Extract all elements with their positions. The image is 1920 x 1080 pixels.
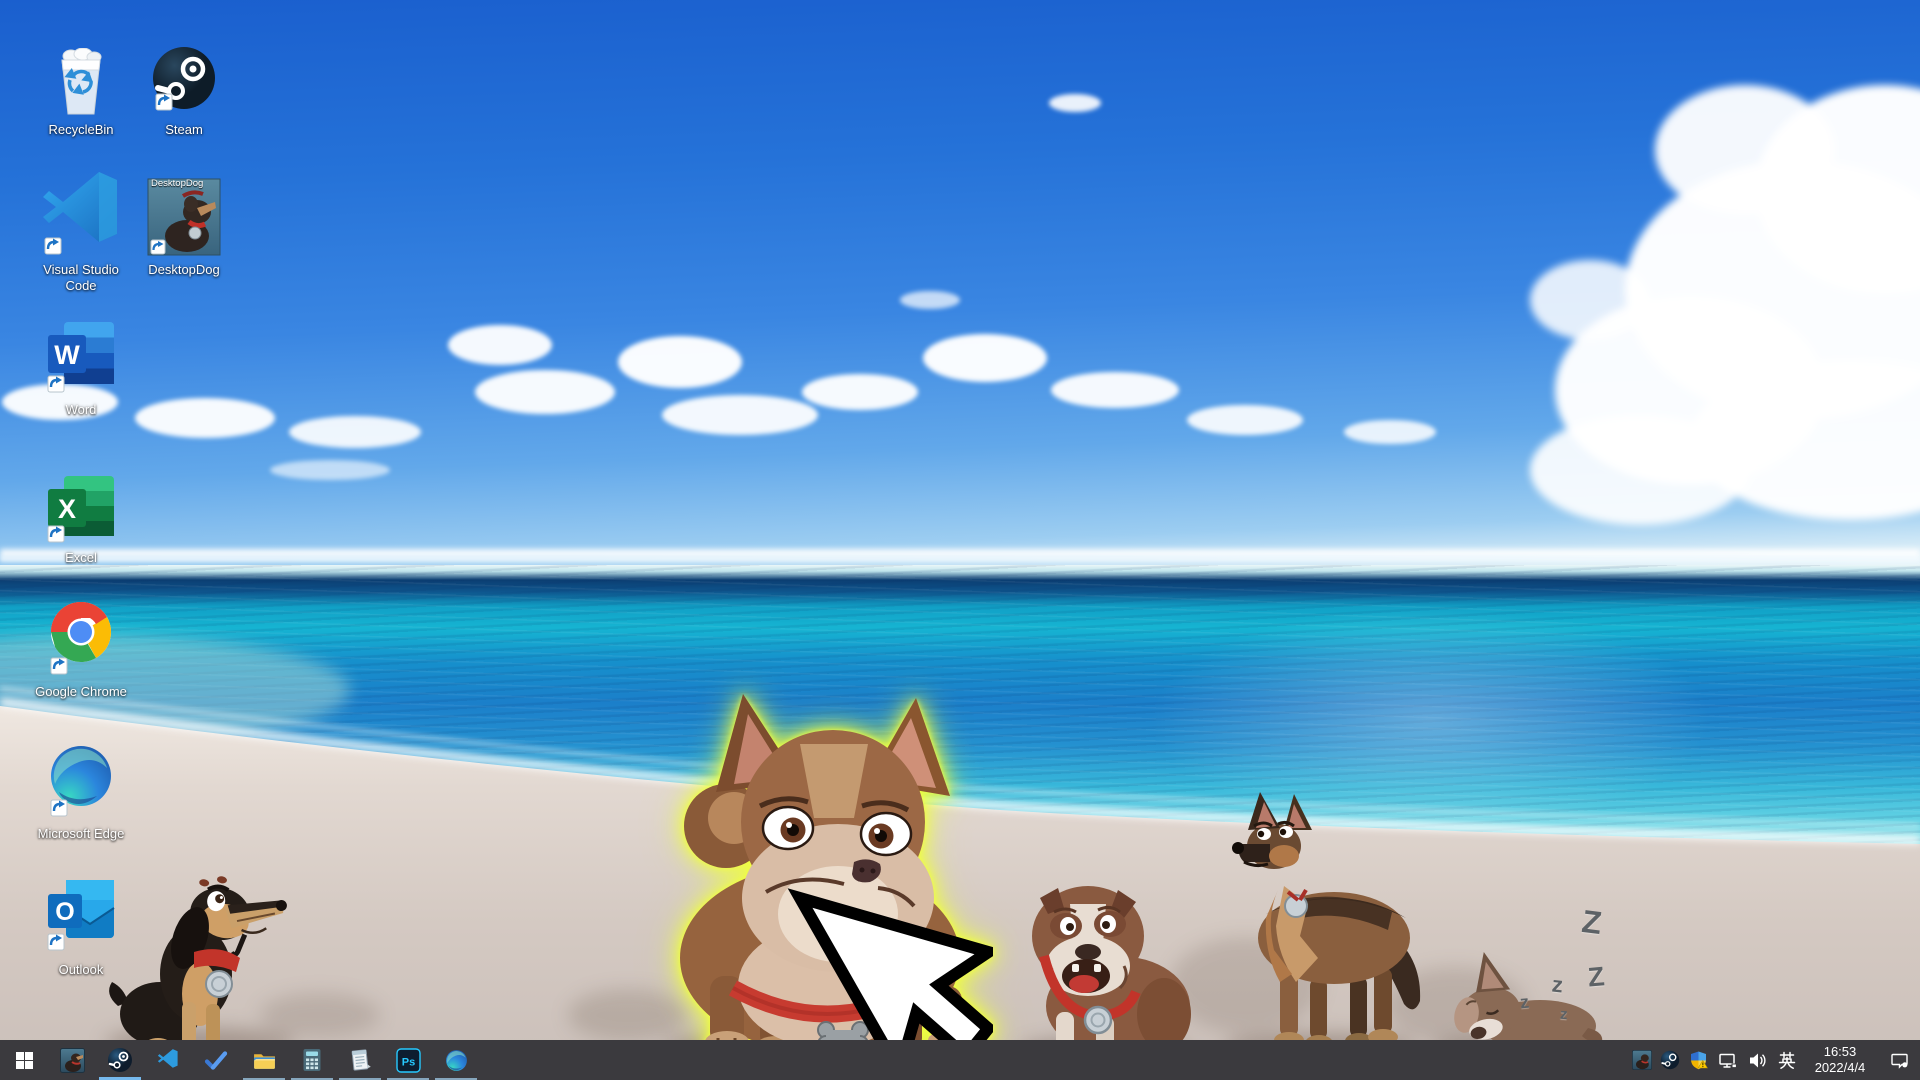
desktopdog-photo-icon	[60, 1048, 85, 1073]
tray-ime-indicator[interactable]: 英	[1772, 1040, 1802, 1080]
word-icon: W	[44, 318, 118, 398]
taskbar-desktopdog-button[interactable]	[48, 1040, 96, 1080]
steam-icon	[107, 1047, 133, 1073]
desktop-icon-vscode[interactable]: Visual Studio Code	[33, 164, 129, 295]
icon-label: Google Chrome	[35, 684, 127, 700]
security-shield-icon	[1689, 1051, 1708, 1070]
notepad-icon	[348, 1048, 372, 1072]
taskbar-steam-button[interactable]	[96, 1040, 144, 1080]
tray-network-button[interactable]	[1712, 1040, 1742, 1080]
windows-logo-icon	[16, 1052, 33, 1069]
desktop-icon-word[interactable]: W Word	[33, 318, 129, 418]
volume-icon	[1748, 1051, 1767, 1070]
taskbar-notepad-button[interactable]	[336, 1040, 384, 1080]
sleep-z: z	[1559, 1006, 1568, 1023]
icon-label: Excel	[65, 550, 97, 566]
tray-steam-button[interactable]	[1656, 1040, 1684, 1080]
network-icon	[1718, 1051, 1737, 1070]
sleep-z: Z	[1587, 961, 1606, 993]
pet-corgi-selected[interactable]	[648, 686, 993, 1058]
pet-german-shepherd[interactable]	[1222, 786, 1427, 1054]
photoshop-badge: Ps	[401, 1056, 414, 1068]
desktop-icon-recyclebin[interactable]: RecycleBin	[33, 42, 129, 138]
big-cloud	[1530, 85, 1920, 525]
chrome-icon	[45, 596, 117, 680]
icon-label: Visual Studio Code	[35, 262, 127, 295]
tray-volume-button[interactable]	[1742, 1040, 1772, 1080]
desktop-icon-chrome[interactable]: Google Chrome	[33, 596, 129, 700]
pet-bulldog[interactable]	[1018, 864, 1193, 1060]
icon-label: Outlook	[59, 962, 104, 978]
steam-icon	[1660, 1050, 1680, 1070]
calculator-icon	[301, 1048, 323, 1072]
recyclebin-icon	[49, 42, 113, 118]
desktop-icon-desktopdog[interactable]: DesktopDog DesktopDog	[136, 176, 232, 278]
icon-label: DesktopDog	[148, 262, 220, 278]
icon-label: Word	[66, 402, 97, 418]
clouds	[2, 94, 1436, 480]
thumbnail-caption: DesktopDog	[151, 178, 203, 189]
vscode-icon	[37, 164, 125, 258]
icon-label: Microsoft Edge	[38, 826, 125, 842]
desktopdog-thumbnail: DesktopDog	[147, 176, 221, 258]
start-button[interactable]	[0, 1040, 48, 1080]
word-letter: W	[54, 340, 80, 370]
desktopdog-photo-icon	[1632, 1050, 1652, 1070]
taskbar-todo-button[interactable]	[192, 1040, 240, 1080]
vscode-icon	[156, 1048, 180, 1072]
taskbar: Ps	[0, 1040, 1920, 1080]
taskbar-edge-button[interactable]	[432, 1040, 480, 1080]
taskbar-explorer-button[interactable]	[240, 1040, 288, 1080]
desktop-wallpaper: RecycleBin Steam	[0, 0, 1920, 1080]
todo-checkmark-icon	[204, 1048, 228, 1072]
icon-label: Steam	[165, 122, 203, 138]
sleep-z: Z	[1580, 903, 1604, 942]
taskbar-calculator-button[interactable]	[288, 1040, 336, 1080]
desktop-icon-edge[interactable]: Microsoft Edge	[33, 742, 129, 842]
icon-label: RecycleBin	[48, 122, 113, 138]
tray-security-button[interactable]	[1684, 1040, 1712, 1080]
edge-icon	[45, 742, 117, 822]
clock-date: 2022/4/4	[1815, 1060, 1866, 1076]
pet-dachshund[interactable]	[98, 856, 288, 1058]
taskbar-vscode-button[interactable]	[144, 1040, 192, 1080]
desktop-icon-steam[interactable]: Steam	[136, 42, 232, 138]
outlook-letter: O	[55, 898, 74, 926]
action-center-icon	[1890, 1051, 1909, 1070]
taskbar-photoshop-button[interactable]: Ps	[384, 1040, 432, 1080]
excel-letter: X	[58, 494, 76, 524]
edge-icon	[444, 1048, 469, 1073]
ime-ying-glyph	[1778, 1051, 1796, 1069]
photoshop-icon: Ps	[396, 1048, 421, 1073]
tray-desktopdog-button[interactable]	[1628, 1040, 1656, 1080]
file-explorer-icon	[252, 1048, 277, 1073]
excel-icon: X	[44, 474, 118, 546]
steam-icon	[150, 42, 218, 118]
taskbar-clock[interactable]: 16:53 2022/4/4	[1802, 1040, 1878, 1080]
action-center-button[interactable]	[1878, 1040, 1920, 1080]
desktop-icon-excel[interactable]: X Excel	[33, 474, 129, 566]
clock-time: 16:53	[1824, 1044, 1857, 1060]
system-tray: 英 16:53 2022/4/4	[1628, 1040, 1920, 1080]
